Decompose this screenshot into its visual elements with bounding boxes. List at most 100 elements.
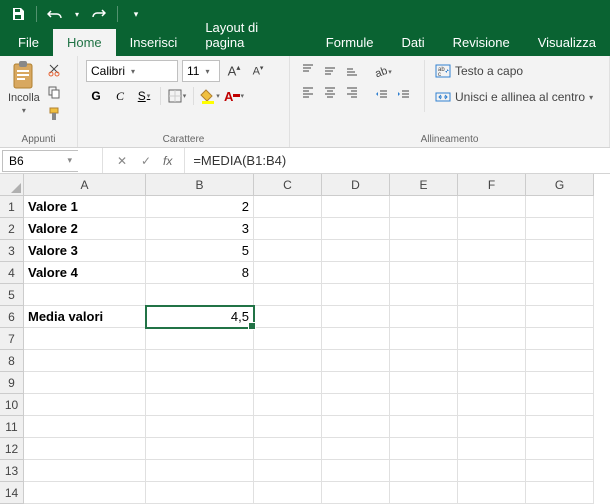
tab-formulas[interactable]: Formule bbox=[312, 29, 388, 56]
cell-C13[interactable] bbox=[254, 460, 322, 482]
cell-D9[interactable] bbox=[322, 372, 390, 394]
cell-F1[interactable] bbox=[458, 196, 526, 218]
borders-icon[interactable]: ▾ bbox=[167, 86, 187, 106]
row-header[interactable]: 8 bbox=[0, 350, 24, 372]
align-middle-icon[interactable] bbox=[320, 60, 340, 80]
cell-D1[interactable] bbox=[322, 196, 390, 218]
row-header[interactable]: 4 bbox=[0, 262, 24, 284]
cell-E13[interactable] bbox=[390, 460, 458, 482]
undo-icon[interactable] bbox=[43, 2, 67, 26]
tab-page-layout[interactable]: Layout di pagina bbox=[191, 14, 311, 56]
col-header[interactable]: G bbox=[526, 174, 594, 196]
cell-G9[interactable] bbox=[526, 372, 594, 394]
row-header[interactable]: 7 bbox=[0, 328, 24, 350]
cell-C11[interactable] bbox=[254, 416, 322, 438]
orientation-icon[interactable]: ab▾ bbox=[372, 62, 392, 82]
cell-A12[interactable] bbox=[24, 438, 146, 460]
cell-G10[interactable] bbox=[526, 394, 594, 416]
cell-B12[interactable] bbox=[146, 438, 254, 460]
align-left-icon[interactable] bbox=[298, 82, 318, 102]
cell-A10[interactable] bbox=[24, 394, 146, 416]
increase-font-icon[interactable]: A▴ bbox=[224, 61, 244, 81]
cell-F4[interactable] bbox=[458, 262, 526, 284]
row-header[interactable]: 10 bbox=[0, 394, 24, 416]
cell-D11[interactable] bbox=[322, 416, 390, 438]
cell-C1[interactable] bbox=[254, 196, 322, 218]
cell-F13[interactable] bbox=[458, 460, 526, 482]
cell-A13[interactable] bbox=[24, 460, 146, 482]
cell-E11[interactable] bbox=[390, 416, 458, 438]
cell-G12[interactable] bbox=[526, 438, 594, 460]
cell-E6[interactable] bbox=[390, 306, 458, 328]
decrease-indent-icon[interactable] bbox=[372, 85, 392, 105]
tab-view[interactable]: Visualizza bbox=[524, 29, 610, 56]
cell-B3[interactable]: 5 bbox=[146, 240, 254, 262]
cell-B1[interactable]: 2 bbox=[146, 196, 254, 218]
cell-D12[interactable] bbox=[322, 438, 390, 460]
cancel-formula-icon[interactable]: ✕ bbox=[111, 150, 133, 172]
name-box[interactable]: B6▾ bbox=[2, 150, 78, 172]
cell-C6[interactable] bbox=[254, 306, 322, 328]
cell-F3[interactable] bbox=[458, 240, 526, 262]
fx-icon[interactable]: fx bbox=[159, 154, 176, 168]
tab-insert[interactable]: Inserisci bbox=[116, 29, 192, 56]
cell-B7[interactable] bbox=[146, 328, 254, 350]
col-header[interactable]: A bbox=[24, 174, 146, 196]
cell-D10[interactable] bbox=[322, 394, 390, 416]
row-header[interactable]: 12 bbox=[0, 438, 24, 460]
cell-E10[interactable] bbox=[390, 394, 458, 416]
align-top-icon[interactable] bbox=[298, 60, 318, 80]
redo-icon[interactable] bbox=[87, 2, 111, 26]
enter-formula-icon[interactable]: ✓ bbox=[135, 150, 157, 172]
decrease-font-icon[interactable]: A▾ bbox=[248, 61, 268, 81]
cell-E2[interactable] bbox=[390, 218, 458, 240]
cell-B5[interactable] bbox=[146, 284, 254, 306]
select-all-corner[interactable] bbox=[0, 174, 24, 196]
cell-C12[interactable] bbox=[254, 438, 322, 460]
cell-C9[interactable] bbox=[254, 372, 322, 394]
cell-G7[interactable] bbox=[526, 328, 594, 350]
formula-input[interactable]: =MEDIA(B1:B4) bbox=[184, 148, 610, 173]
fill-color-icon[interactable]: ▾ bbox=[200, 86, 220, 106]
font-name-select[interactable]: Calibri▾ bbox=[86, 60, 178, 82]
cell-F12[interactable] bbox=[458, 438, 526, 460]
underline-button[interactable]: S▾ bbox=[134, 86, 154, 106]
cell-G4[interactable] bbox=[526, 262, 594, 284]
cell-B13[interactable] bbox=[146, 460, 254, 482]
col-header[interactable]: C bbox=[254, 174, 322, 196]
cell-E5[interactable] bbox=[390, 284, 458, 306]
cut-icon[interactable] bbox=[44, 60, 64, 80]
increase-indent-icon[interactable] bbox=[394, 85, 414, 105]
row-header[interactable]: 9 bbox=[0, 372, 24, 394]
cell-G6[interactable] bbox=[526, 306, 594, 328]
cell-C3[interactable] bbox=[254, 240, 322, 262]
cell-C10[interactable] bbox=[254, 394, 322, 416]
tab-review[interactable]: Revisione bbox=[439, 29, 524, 56]
cell-B9[interactable] bbox=[146, 372, 254, 394]
cell-E7[interactable] bbox=[390, 328, 458, 350]
cell-B11[interactable] bbox=[146, 416, 254, 438]
cell-A1[interactable]: Valore 1 bbox=[24, 196, 146, 218]
cell-F7[interactable] bbox=[458, 328, 526, 350]
cell-B6[interactable]: 4,5 bbox=[146, 306, 254, 328]
font-size-select[interactable]: 11▾ bbox=[182, 60, 220, 82]
tab-home[interactable]: Home bbox=[53, 29, 116, 56]
col-header[interactable]: D bbox=[322, 174, 390, 196]
col-header[interactable]: E bbox=[390, 174, 458, 196]
cell-C5[interactable] bbox=[254, 284, 322, 306]
cell-C2[interactable] bbox=[254, 218, 322, 240]
cell-G11[interactable] bbox=[526, 416, 594, 438]
cell-F6[interactable] bbox=[458, 306, 526, 328]
cell-F11[interactable] bbox=[458, 416, 526, 438]
col-header[interactable]: F bbox=[458, 174, 526, 196]
cell-G8[interactable] bbox=[526, 350, 594, 372]
cell-B8[interactable] bbox=[146, 350, 254, 372]
cell-C4[interactable] bbox=[254, 262, 322, 284]
cell-B10[interactable] bbox=[146, 394, 254, 416]
cell-D7[interactable] bbox=[322, 328, 390, 350]
row-header[interactable]: 3 bbox=[0, 240, 24, 262]
cell-F10[interactable] bbox=[458, 394, 526, 416]
cell-F8[interactable] bbox=[458, 350, 526, 372]
bold-button[interactable]: G bbox=[86, 86, 106, 106]
cell-C8[interactable] bbox=[254, 350, 322, 372]
